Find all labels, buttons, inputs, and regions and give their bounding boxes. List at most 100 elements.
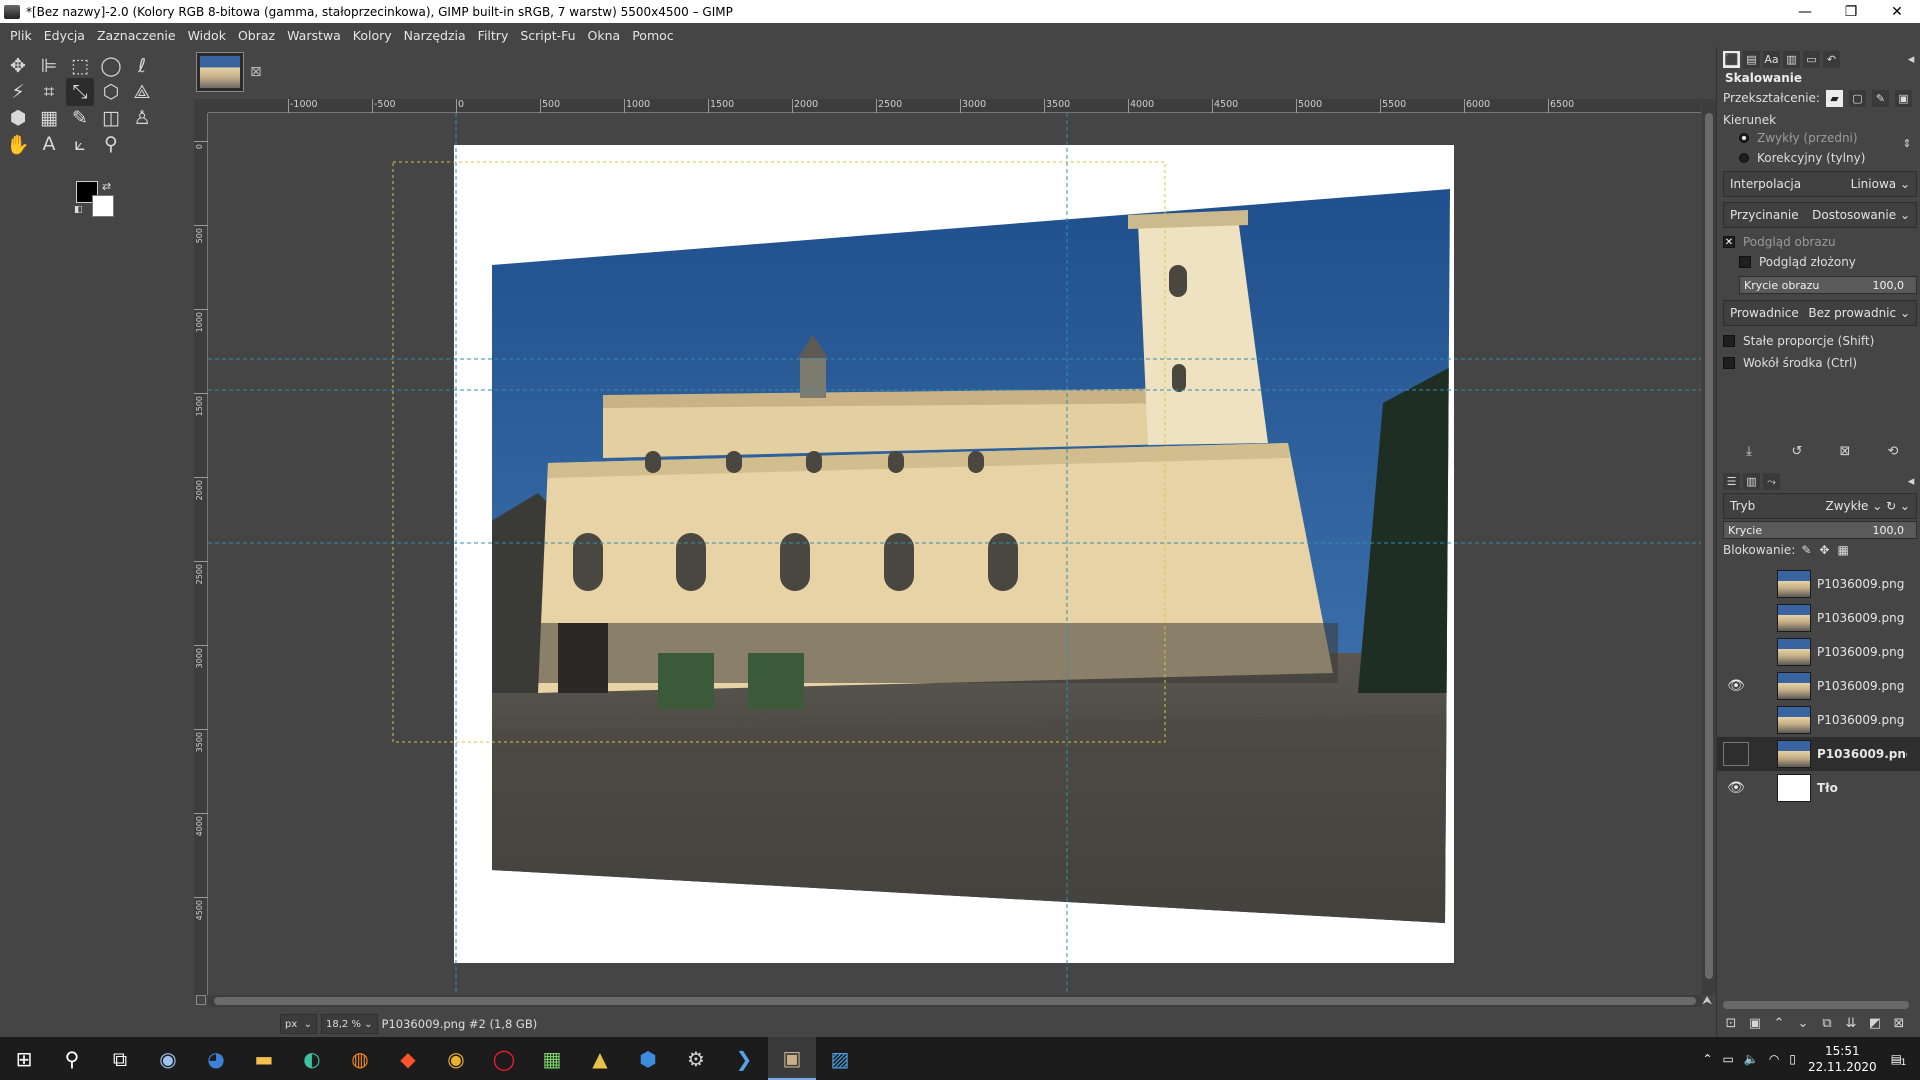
- menu-select[interactable]: Zaznaczenie: [91, 28, 182, 43]
- menu-script-fu[interactable]: Script-Fu: [514, 28, 581, 43]
- default-colors-icon[interactable]: ◧: [74, 205, 83, 215]
- minimize-button[interactable]: —: [1782, 0, 1828, 23]
- chain-link-toggle[interactable]: [1755, 601, 1777, 635]
- layer-opacity-spinner[interactable]: Krycie 100,0: [1723, 521, 1917, 539]
- tab-device-status[interactable]: ▭: [1803, 51, 1820, 68]
- transform-selection-icon[interactable]: ▢: [1848, 89, 1866, 107]
- move-tool-icon[interactable]: ✥: [4, 52, 32, 80]
- tab-undo-history[interactable]: ↶: [1823, 51, 1840, 68]
- transform-layer-icon[interactable]: ▰: [1825, 89, 1843, 107]
- zoom-tool-icon[interactable]: ⚲: [97, 130, 125, 158]
- visibility-eye-icon[interactable]: [1717, 601, 1755, 635]
- interpolation-select[interactable]: Interpolacja Liniowa ⌄: [1723, 171, 1917, 197]
- taskbar-photos[interactable]: ▨: [816, 1037, 864, 1080]
- layer-row[interactable]: 👁 Tło: [1717, 771, 1920, 805]
- eraser-tool-icon[interactable]: ◫: [97, 104, 125, 132]
- horizontal-scrollbar-thumb[interactable]: [214, 997, 1696, 1005]
- visibility-eye-icon[interactable]: [1717, 567, 1755, 601]
- menu-windows[interactable]: Okna: [582, 28, 627, 43]
- unit-select[interactable]: px ⌄: [280, 1014, 318, 1034]
- direction-normal-radio[interactable]: Zwykły (przedni): [1723, 131, 1919, 145]
- taskbar-gimp[interactable]: ▣: [768, 1037, 816, 1080]
- close-button[interactable]: ✕: [1874, 0, 1920, 23]
- navigate-icon[interactable]: ⮝: [1702, 993, 1712, 1008]
- align-tool-icon[interactable]: ⊫: [35, 52, 63, 80]
- restore-options-icon[interactable]: ↺: [1787, 441, 1807, 461]
- clone-tool-icon[interactable]: ♙: [128, 104, 156, 132]
- cage-transform-tool-icon[interactable]: ⬡: [97, 78, 125, 106]
- layer-row[interactable]: P1036009.png: [1717, 635, 1920, 669]
- tab-paths[interactable]: ⤳: [1763, 473, 1780, 490]
- new-layer-group-icon[interactable]: ▣: [1745, 1013, 1765, 1033]
- taskbar-firefox[interactable]: ◍: [336, 1037, 384, 1080]
- chain-link-toggle[interactable]: [1755, 567, 1777, 601]
- perspective-tool-icon[interactable]: ⟁: [128, 78, 156, 106]
- taskbar-chrome[interactable]: ◉: [432, 1037, 480, 1080]
- tab-layers[interactable]: ☰: [1723, 473, 1740, 490]
- layer-mode-select[interactable]: Tryb Zwykłe ⌄ ↻ ⌄: [1723, 493, 1917, 519]
- menu-filters[interactable]: Filtry: [472, 28, 515, 43]
- canvas-area[interactable]: [208, 113, 1701, 995]
- taskbar-powershell[interactable]: ❯: [720, 1037, 768, 1080]
- layer-row[interactable]: 👁 P1036009.png: [1717, 669, 1920, 703]
- taskbar-opera[interactable]: ◯: [480, 1037, 528, 1080]
- layer-row[interactable]: P1036009.png: [1717, 737, 1920, 771]
- network-icon[interactable]: ▯: [1789, 1052, 1796, 1066]
- chevron-up-icon[interactable]: ⌃: [1702, 1052, 1712, 1066]
- smudge-tool-icon[interactable]: ✋: [4, 130, 32, 158]
- direction-corrective-radio[interactable]: Korekcyjny (tylny): [1723, 151, 1919, 165]
- layer-row[interactable]: P1036009.png: [1717, 601, 1920, 635]
- clock[interactable]: 15:51 22.11.2020: [1808, 1043, 1877, 1075]
- taskbar-app-3[interactable]: ▲: [576, 1037, 624, 1080]
- gradient-tool-icon[interactable]: ▦: [35, 104, 63, 132]
- taskbar-app-2[interactable]: ◕: [192, 1037, 240, 1080]
- panel-menu-icon[interactable]: ◂: [1901, 471, 1920, 491]
- menu-tools[interactable]: Narzędzia: [398, 28, 472, 43]
- ruler-corner[interactable]: [194, 99, 208, 113]
- taskbar-app-5[interactable]: ⚙: [672, 1037, 720, 1080]
- around-center-checkbox[interactable]: Wokół środka (Ctrl): [1723, 356, 1919, 370]
- rect-select-tool-icon[interactable]: ⬚: [66, 52, 94, 80]
- volume-icon[interactable]: 🔈: [1744, 1052, 1759, 1066]
- background-color-swatch[interactable]: [92, 195, 114, 217]
- text-tool-icon[interactable]: A: [35, 130, 63, 158]
- lock-position-icon[interactable]: ✥: [1819, 543, 1829, 557]
- raise-layer-icon[interactable]: ⌃: [1769, 1013, 1789, 1033]
- clipping-select[interactable]: Przycinanie Dostosowanie ⌄: [1723, 202, 1917, 228]
- keep-aspect-checkbox[interactable]: Stałe proporcje (Shift): [1723, 334, 1919, 348]
- wifi-icon[interactable]: ◠: [1769, 1052, 1779, 1066]
- taskbar-edge[interactable]: ◐: [288, 1037, 336, 1080]
- horizontal-scrollbar[interactable]: [208, 995, 1702, 1007]
- vertical-ruler[interactable]: 0 500 1000 1500 2000 2500 3000 3500 4000 4500: [194, 113, 208, 995]
- chain-link-toggle[interactable]: [1755, 771, 1777, 805]
- visibility-eye-icon[interactable]: 👁: [1717, 669, 1755, 703]
- zoom-select[interactable]: 18,2 % ⌄: [321, 1014, 378, 1034]
- transform-path-icon[interactable]: ✎: [1871, 89, 1889, 107]
- tab-tool-options[interactable]: ⬛: [1723, 51, 1740, 68]
- tab-channels[interactable]: ▥: [1743, 473, 1760, 490]
- scale-tool-icon[interactable]: ⤡: [66, 78, 94, 106]
- tab-patterns[interactable]: ▥: [1783, 51, 1800, 68]
- ellipse-select-tool-icon[interactable]: ◯: [97, 52, 125, 80]
- swap-colors-icon[interactable]: ⇄: [102, 180, 111, 193]
- chain-link-toggle[interactable]: [1755, 703, 1777, 737]
- reset-options-icon[interactable]: ⟲: [1883, 441, 1903, 461]
- add-mask-icon[interactable]: ◩: [1865, 1013, 1885, 1033]
- tab-brushes[interactable]: ▤: [1743, 51, 1760, 68]
- chain-link-toggle[interactable]: [1755, 669, 1777, 703]
- free-select-tool-icon[interactable]: ℓ: [128, 52, 156, 80]
- taskbar-file-explorer[interactable]: ▬: [240, 1037, 288, 1080]
- taskbar-app-calendar[interactable]: ▦: [528, 1037, 576, 1080]
- notifications-button[interactable]: ▤ 1: [1891, 1052, 1907, 1068]
- transform-image-icon[interactable]: ▣: [1894, 89, 1912, 107]
- visibility-eye-icon[interactable]: 👁: [1717, 771, 1755, 805]
- task-view-button[interactable]: ⧉: [96, 1037, 144, 1080]
- measure-tool-icon[interactable]: ⟀: [66, 130, 94, 158]
- visibility-eye-icon[interactable]: [1717, 703, 1755, 737]
- transformed-layer-preview[interactable]: [208, 113, 1701, 995]
- vertical-scrollbar-thumb[interactable]: [1705, 113, 1713, 979]
- chain-link-toggle[interactable]: [1755, 635, 1777, 669]
- visibility-eye-icon[interactable]: [1723, 742, 1749, 766]
- merge-down-icon[interactable]: ⇊: [1841, 1013, 1861, 1033]
- layer-row[interactable]: P1036009.png: [1717, 567, 1920, 601]
